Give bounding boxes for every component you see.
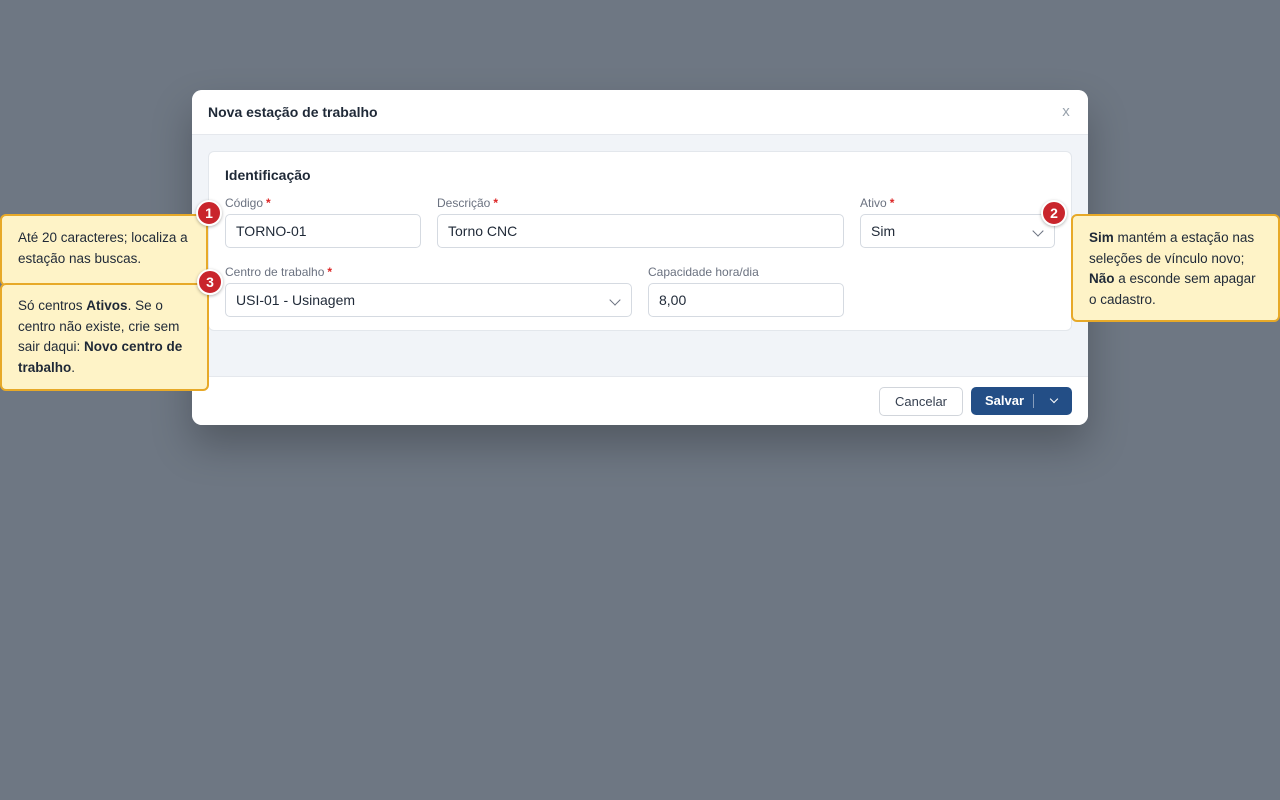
ativo-label: Ativo * [860,196,895,210]
modal-header: Nova estação de trabalho x [192,90,1088,135]
save-options-button[interactable] [1045,387,1065,415]
codigo-label: Código * [225,196,271,210]
step-badge-3: 3 [197,269,223,295]
cancel-button[interactable]: Cancelar [879,387,963,416]
section-title: Identificação [225,167,311,183]
tooltip-centro-text-3: . [71,359,76,375]
tooltip-centro-bold-1: Ativos [86,298,128,313]
ativo-select[interactable]: Sim [860,214,1055,248]
save-button-label: Salvar [985,393,1025,408]
tooltip-ativo-bold-2: Não [1089,271,1115,286]
required-marker: * [266,196,271,210]
step-badge-1: 1 [196,200,222,226]
required-marker: * [493,196,499,210]
required-marker: * [327,265,333,279]
tooltip-ativo-text-1: mantém a estação nas seleções de vínculo… [1089,230,1255,266]
codigo-input[interactable]: TORNO-01 [225,214,421,248]
tooltip-ativo-bold-1: Sim [1089,230,1114,245]
chevron-down-icon [1049,394,1059,404]
descricao-label: Descrição * [437,196,499,210]
identification-section: Identificação Código * TORNO-01 Descrição… [208,151,1072,331]
centro-select-value: USI-01 - Usinagem [236,292,356,308]
descricao-input[interactable]: Torno CNC [437,214,844,248]
step-badge-2: 2 [1041,200,1067,226]
ativo-select-value: Sim [871,223,896,239]
modal-dialog: Nova estação de trabalho x Identificação… [192,90,1088,425]
centro-select[interactable]: USI-01 - Usinagem [225,283,632,317]
modal-footer: Cancelar Salvar [192,376,1088,425]
capacidade-label: Capacidade hora/dia [648,265,759,279]
tooltip-ativo-text-2: a esconde sem apagar o cadastro. [1089,271,1256,307]
capacidade-input[interactable]: 8,00 [648,283,844,317]
tooltip-codigo-text: Até 20 caracteres; localiza a estação na… [18,230,188,266]
centro-label: Centro de trabalho * [225,265,333,279]
required-marker: * [889,196,895,210]
tooltip-centro: Só centros Ativos. Se o centro não exist… [0,283,209,391]
close-icon[interactable]: x [1058,103,1074,121]
tooltip-codigo: Até 20 caracteres; localiza a estação na… [0,214,208,286]
modal-title: Nova estação de trabalho [208,104,378,120]
chevron-down-icon [609,294,621,306]
save-button-divider [1033,394,1034,408]
tooltip-ativo: Sim mantém a estação nas seleções de vín… [1071,214,1280,322]
tooltip-centro-text-1: Só centros [18,298,87,313]
chevron-down-icon [1032,225,1044,237]
save-button[interactable]: Salvar [971,387,1072,415]
